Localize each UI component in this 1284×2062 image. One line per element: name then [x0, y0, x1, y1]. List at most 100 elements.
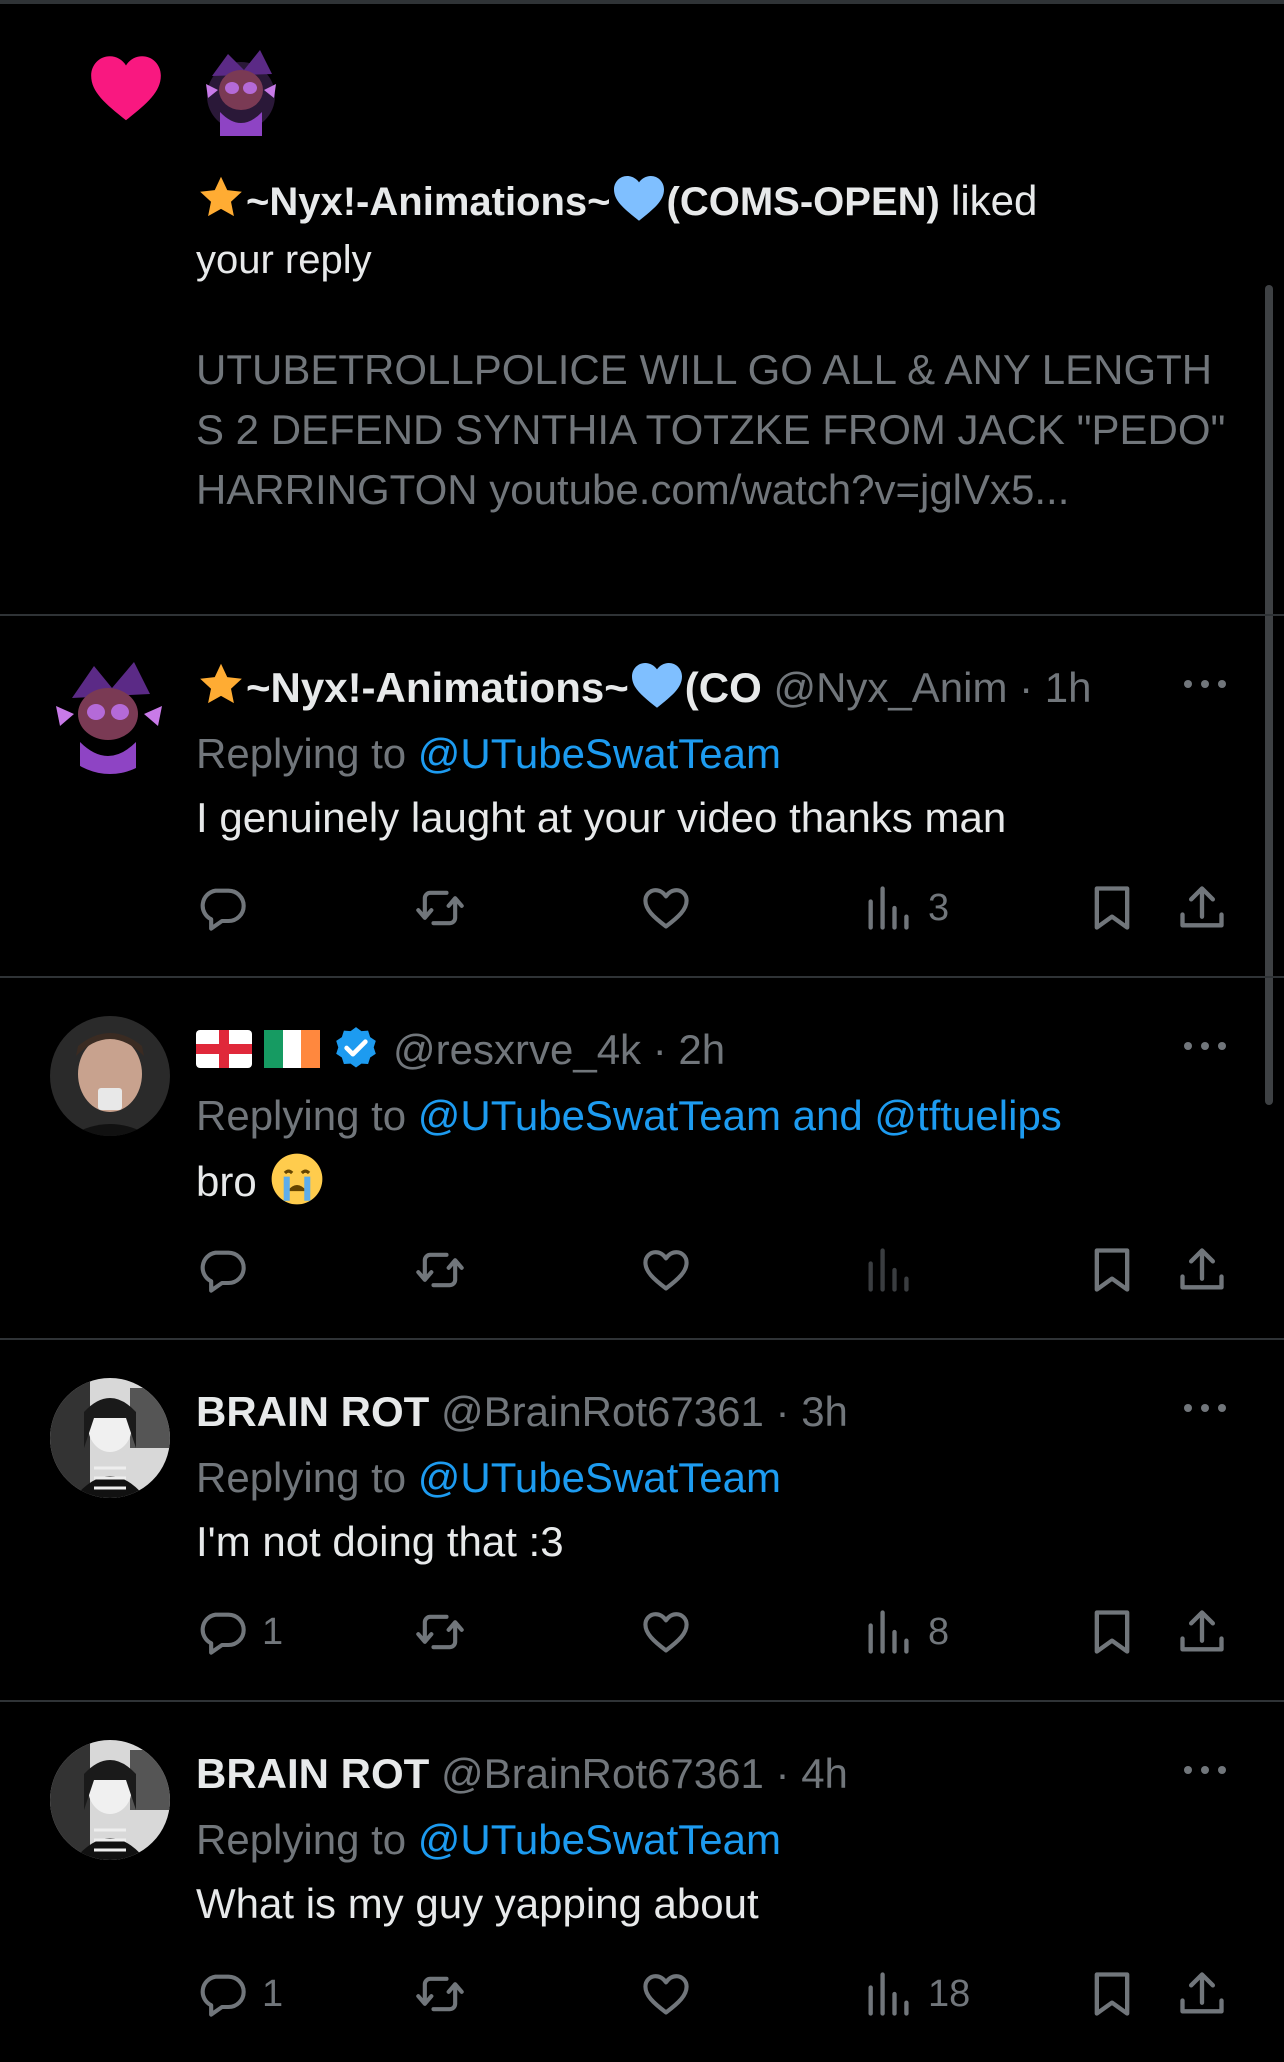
like-icon [643, 1612, 689, 1653]
timestamp[interactable]: 3h [801, 1388, 848, 1435]
views-button[interactable] [862, 1240, 928, 1300]
star-icon [200, 176, 242, 217]
like-button[interactable] [640, 1602, 692, 1662]
replying-mentions[interactable]: @UTubeSwatTeam [418, 1816, 781, 1863]
replying-to: Replying to @UTubeSwatTeam [196, 1810, 781, 1870]
reply-post[interactable]: BRAIN ROT @BrainRot67361 · 4h Replying t… [0, 1702, 1284, 2062]
notification-text: ~Nyx!-Animations~ (COMS-OPEN) liked your … [196, 172, 1236, 289]
retweet-button[interactable] [414, 1602, 466, 1662]
more-icon[interactable] [1180, 1026, 1230, 1066]
display-name-suffix[interactable]: (CO [685, 664, 762, 711]
more-icon[interactable] [1180, 1388, 1230, 1428]
avatar[interactable] [50, 1016, 170, 1136]
replying-prefix: Replying to [196, 1092, 407, 1139]
blue-heart-icon [613, 175, 664, 221]
share-button[interactable] [1176, 878, 1228, 938]
timestamp[interactable]: 1h [1045, 664, 1092, 711]
replying-prefix: Replying to [196, 1454, 407, 1501]
reply-count: 1 [262, 1972, 284, 2015]
share-icon [1180, 1248, 1224, 1290]
more-icon[interactable] [1180, 1750, 1230, 1790]
share-icon [1180, 1972, 1224, 2014]
actor-name[interactable]: ~Nyx!-Animations~ [246, 180, 611, 224]
views-button[interactable]: 3 [862, 878, 949, 938]
post-header: BRAIN ROT @BrainRot67361 · 3h [196, 1384, 1166, 1440]
retweet-button[interactable] [414, 878, 466, 938]
post-text: I'm not doing that :3 [196, 1518, 564, 1565]
retweet-icon [416, 1252, 464, 1288]
views-icon [868, 1610, 909, 1654]
views-button[interactable]: 18 [862, 1964, 970, 2024]
retweet-button[interactable] [414, 1240, 466, 1300]
views-icon [868, 1248, 909, 1292]
post-text: What is my guy yapping about [196, 1880, 759, 1927]
replying-mentions[interactable]: @UTubeSwatTeam and @tftuelips [418, 1092, 1062, 1139]
handle[interactable]: @BrainRot67361 [441, 1750, 764, 1797]
reply-button[interactable]: 1 [196, 1602, 283, 1662]
handle[interactable]: @BrainRot67361 [441, 1388, 764, 1435]
like-icon [643, 888, 689, 929]
post-text: bro [196, 1150, 326, 1212]
bookmark-icon [1094, 1248, 1130, 1292]
replying-mentions[interactable]: @UTubeSwatTeam [418, 730, 781, 777]
reply-icon [200, 1974, 246, 2017]
views-button[interactable]: 8 [862, 1602, 949, 1662]
reply-button[interactable]: 1 [196, 1964, 283, 2024]
replying-to: Replying to @UTubeSwatTeam and @tftuelip… [196, 1086, 1062, 1146]
bookmark-icon [1094, 886, 1130, 930]
post-text: I genuinely laught at your video thanks … [196, 794, 1007, 841]
reply-post[interactable]: ~Nyx!-Animations~ (CO @Nyx_Anim · 1h Repl… [0, 616, 1284, 978]
like-button[interactable] [640, 1964, 692, 2024]
share-button[interactable] [1176, 1240, 1228, 1300]
retweet-button[interactable] [414, 1964, 466, 2024]
like-icon [643, 1250, 689, 1291]
bookmark-icon [1094, 1972, 1130, 2016]
like-notification[interactable]: ~Nyx!-Animations~ (COMS-OPEN) liked your … [0, 0, 1284, 616]
reply-icon [200, 888, 246, 931]
separator-dot: · [775, 1750, 790, 1797]
share-button[interactable] [1176, 1964, 1228, 2024]
handle[interactable]: @resxrve_4k [393, 1026, 641, 1073]
timestamp[interactable]: 2h [678, 1026, 725, 1073]
bookmark-button[interactable] [1086, 878, 1138, 938]
more-icon[interactable] [1180, 664, 1230, 704]
england-flag-icon [196, 1030, 252, 1068]
share-icon [1180, 1610, 1224, 1652]
avatar[interactable] [50, 654, 170, 774]
display-name[interactable]: BRAIN ROT [196, 1750, 429, 1797]
notification-object: your reply [196, 238, 372, 282]
avatar[interactable] [50, 1378, 170, 1498]
post-header: ~Nyx!-Animations~ (CO @Nyx_Anim · 1h [196, 660, 1166, 716]
actor-avatar[interactable] [198, 44, 284, 136]
quoted-reply-text[interactable]: UTUBETROLLPOLICE WILL GO ALL & ANY LENGT… [196, 340, 1236, 520]
reply-button[interactable] [196, 1240, 262, 1300]
avatar[interactable] [50, 1740, 170, 1860]
separator-dot: · [775, 1388, 790, 1435]
views-icon [868, 886, 909, 930]
display-name[interactable]: BRAIN ROT [196, 1388, 429, 1435]
replying-to: Replying to @UTubeSwatTeam [196, 1448, 781, 1508]
reply-post[interactable]: @resxrve_4k · 2h Replying to @UTubeSwatT… [0, 978, 1284, 1340]
display-name[interactable]: ~Nyx!-Animations~ [246, 664, 629, 711]
heart-icon [91, 56, 161, 121]
reply-icon [200, 1612, 246, 1655]
actor-suffix[interactable]: (COMS-OPEN) [667, 180, 940, 224]
bookmark-button[interactable] [1086, 1240, 1138, 1300]
separator-dot: · [1019, 664, 1034, 711]
timestamp[interactable]: 4h [801, 1750, 848, 1797]
views-count: 3 [928, 886, 950, 929]
like-button[interactable] [640, 1240, 692, 1300]
reply-button[interactable] [196, 878, 262, 938]
views-icon [868, 1972, 909, 2016]
bookmark-button[interactable] [1086, 1964, 1138, 2024]
separator-dot: · [652, 1026, 667, 1073]
handle[interactable]: @Nyx_Anim [773, 664, 1007, 711]
share-button[interactable] [1176, 1602, 1228, 1662]
share-icon [1180, 886, 1224, 928]
views-count: 18 [928, 1972, 971, 2015]
reply-post[interactable]: BRAIN ROT @BrainRot67361 · 3h Replying t… [0, 1340, 1284, 1702]
action-bar [196, 1240, 1236, 1300]
replying-mentions[interactable]: @UTubeSwatTeam [418, 1454, 781, 1501]
like-button[interactable] [640, 878, 692, 938]
bookmark-button[interactable] [1086, 1602, 1138, 1662]
